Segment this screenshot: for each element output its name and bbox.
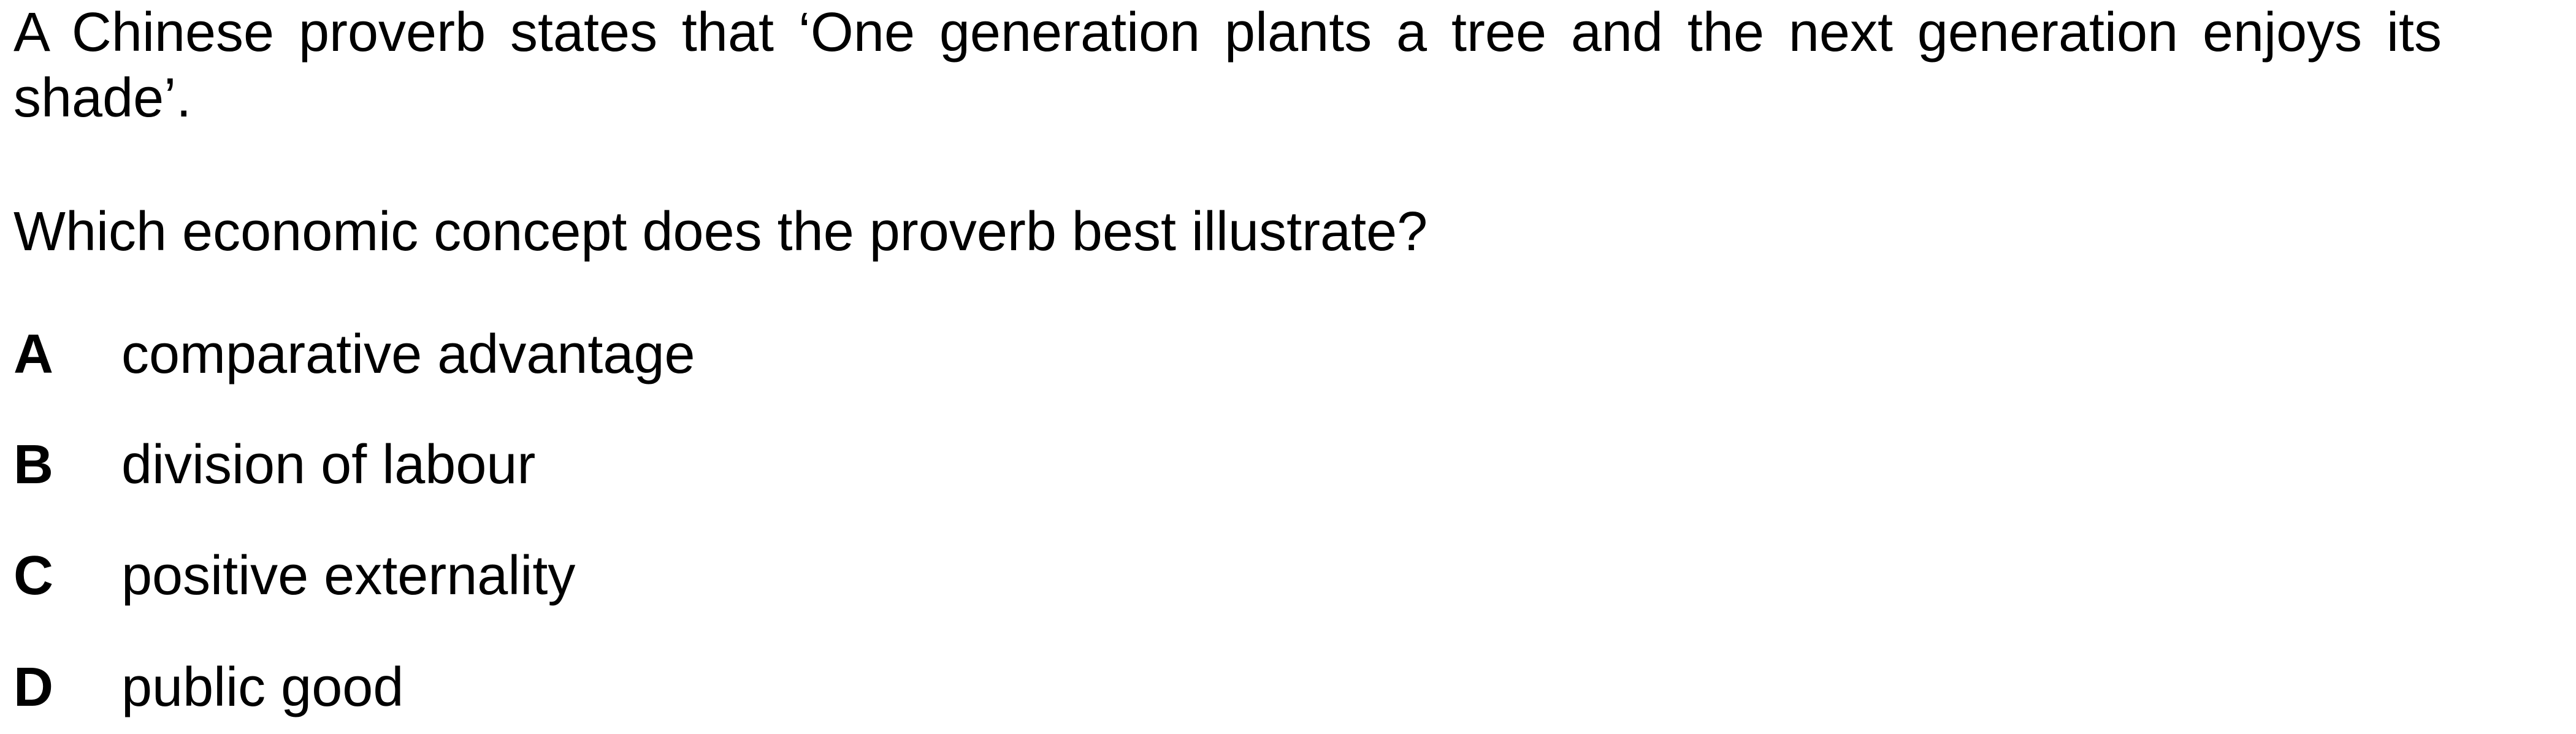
question-block: A Chinese proverb states that ‘One gener…	[13, 0, 2442, 718]
option-text: public good	[121, 657, 404, 718]
option-letter: B	[13, 434, 53, 495]
option-letter: C	[13, 545, 53, 606]
option-letter: A	[13, 324, 53, 385]
question-prompt: Which economic concept does the proverb …	[13, 201, 1428, 262]
option-letter: D	[13, 657, 53, 718]
option-text: comparative advantage	[121, 324, 695, 385]
option-text: positive externality	[121, 545, 576, 606]
question-stem: A Chinese proverb states that ‘One gener…	[13, 2, 2442, 129]
option-text: division of labour	[121, 434, 536, 495]
